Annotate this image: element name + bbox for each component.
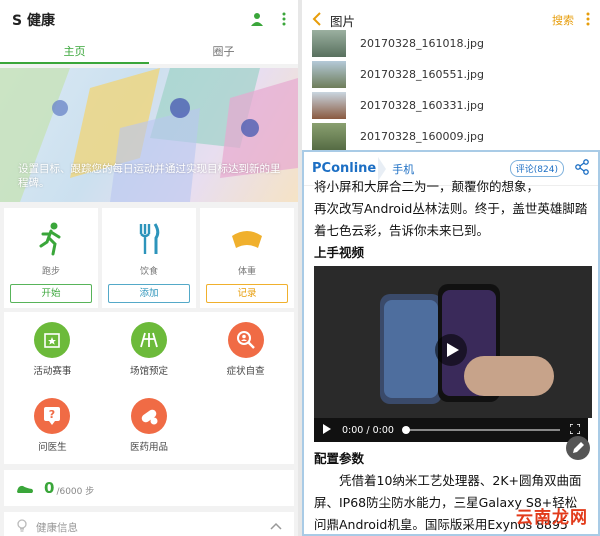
file-list: 20170328_161018.jpg 20170328_160551.jpg … — [302, 28, 600, 152]
gallery-pane: 图片 搜索 20170328_161018.jpg 20170328_16055… — [302, 0, 600, 536]
service-symptom-check[interactable]: 症状自查 — [197, 312, 294, 386]
watermark: 云南龙网 — [516, 508, 588, 528]
share-icon[interactable] — [574, 158, 590, 179]
track-icon — [130, 322, 167, 358]
shoe-icon — [16, 479, 34, 498]
section-heading: 上手视频 — [314, 245, 365, 260]
services-grid: 活动赛事 场馆预定 症状自查 ? 问医生 医药用品 — [4, 312, 294, 464]
file-item[interactable]: 20170328_160009.jpg — [302, 121, 600, 152]
file-name: 20170328_160331.jpg — [360, 99, 484, 112]
chevron-up-icon[interactable] — [270, 521, 282, 533]
scale-icon — [230, 222, 264, 256]
video-player[interactable]: 0:00 / 0:00 — [314, 266, 592, 442]
file-name: 20170328_160551.jpg — [360, 68, 484, 81]
service-medicine[interactable]: 医药用品 — [101, 388, 198, 462]
banner-text: 设置目标、跟踪您的每日运动并通过实现目标达到新的里程碑。 — [18, 163, 281, 189]
pconline-logo: PConline — [312, 161, 377, 176]
more-options-icon[interactable] — [586, 11, 590, 30]
photo-thumbnail — [312, 30, 346, 57]
service-label: 问医生 — [38, 442, 67, 453]
channel-label[interactable]: 手机 — [392, 161, 510, 177]
fork-knife-icon — [137, 222, 161, 256]
tracker-card-food[interactable]: 饮食 添加 — [102, 208, 196, 308]
file-item[interactable]: 20170328_161018.jpg — [302, 28, 600, 59]
service-label: 症状自查 — [226, 366, 265, 377]
tracker-cards: 跑步 开始 饮食 添加 体重 记录 — [0, 208, 298, 308]
back-icon[interactable] — [312, 11, 322, 30]
file-item[interactable]: 20170328_160551.jpg — [302, 59, 600, 90]
tab-home[interactable]: 主页 — [0, 40, 149, 64]
photo-thumbnail — [312, 61, 346, 88]
tracker-card-running[interactable]: 跑步 开始 — [4, 208, 98, 308]
health-info-card[interactable]: 健康信息 — [4, 512, 294, 536]
photo-thumbnail — [312, 123, 346, 150]
s-health-pane: S 健康 主页 圈子 设置目标、跟踪您的每日运动并通过实现目标达到新的里程碑。 — [0, 0, 298, 536]
health-info-label: 健康信息 — [36, 521, 78, 534]
service-ask-doctor[interactable]: ? 问医生 — [4, 388, 101, 462]
profile-icon[interactable] — [250, 11, 264, 30]
service-label: 活动赛事 — [33, 366, 72, 377]
add-button[interactable]: 添加 — [108, 284, 190, 303]
step-goal: /6000 步 — [56, 487, 95, 497]
file-name: 20170328_160009.jpg — [360, 130, 484, 143]
fullscreen-icon[interactable] — [569, 422, 581, 437]
tracker-label: 体重 — [237, 267, 256, 277]
comments-badge[interactable]: 评论(824) — [509, 160, 564, 177]
service-venue[interactable]: 场馆预定 — [101, 312, 198, 386]
calendar-star-icon — [34, 322, 71, 358]
question-bubble-icon: ? — [34, 398, 71, 434]
pill-icon — [130, 398, 167, 434]
record-button[interactable]: 记录 — [206, 284, 288, 303]
video-progress-slider[interactable] — [401, 426, 560, 434]
service-label: 医药用品 — [129, 442, 168, 453]
article-paragraph: 再次改写Android丛林法则。终于，盖世英雄脚踏着七色云彩，告诉你未来已到。 — [314, 201, 588, 238]
lightbulb-icon — [16, 518, 28, 536]
tab-bar: 主页 圈子 — [0, 40, 298, 64]
news-article-popup: PConline 手机 评论(824) 将小屏和大屏合二为一，颠覆你的想象， 再… — [302, 150, 600, 536]
video-controls: 0:00 / 0:00 — [314, 418, 588, 442]
article-paragraph: 将小屏和大屏合二为一，颠覆你的想象， — [314, 179, 540, 194]
tracker-label: 饮食 — [139, 267, 158, 277]
tracker-label: 跑步 — [41, 267, 60, 277]
file-name: 20170328_161018.jpg — [360, 37, 484, 50]
photo-thumbnail — [312, 92, 346, 119]
service-label: 场馆预定 — [129, 366, 168, 377]
service-events[interactable]: 活动赛事 — [4, 312, 101, 386]
tracker-card-weight[interactable]: 体重 记录 — [200, 208, 294, 308]
magnifier-person-icon — [227, 322, 264, 358]
pencil-icon — [573, 442, 584, 453]
more-options-icon[interactable] — [282, 11, 286, 30]
start-button[interactable]: 开始 — [10, 284, 92, 303]
app-title: S 健康 — [12, 13, 55, 29]
play-icon[interactable] — [322, 423, 332, 437]
file-item[interactable]: 20170328_160331.jpg — [302, 90, 600, 121]
tab-circle[interactable]: 圈子 — [149, 40, 298, 64]
search-button[interactable]: 搜索 — [552, 12, 574, 28]
play-button[interactable] — [435, 334, 467, 367]
s-health-header: S 健康 — [0, 0, 298, 40]
steps-card[interactable]: 0 /6000 步 — [4, 470, 294, 506]
goal-banner[interactable]: 设置目标、跟踪您的每日运动并通过实现目标达到新的里程碑。 — [0, 68, 298, 202]
gallery-title: 图片 — [330, 13, 356, 29]
video-time: 0:00 / 0:00 — [342, 424, 394, 436]
svg-text:?: ? — [49, 408, 55, 421]
running-icon — [37, 222, 65, 256]
section-heading: 配置参数 — [314, 451, 365, 466]
step-count: 0 — [44, 479, 55, 497]
edit-button[interactable] — [566, 436, 590, 460]
